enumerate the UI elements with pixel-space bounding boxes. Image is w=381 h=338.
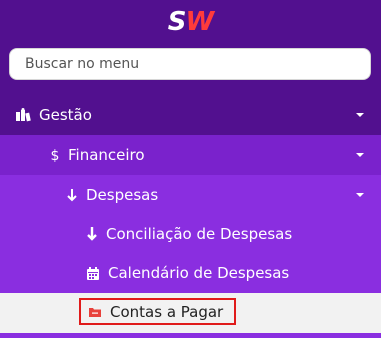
menu-item-financeiro[interactable]: $ Financeiro xyxy=(0,135,381,175)
logo-letter-w: W xyxy=(185,7,215,37)
calendar-icon xyxy=(86,266,100,281)
folder-icon xyxy=(88,306,102,318)
menu-item-despesas[interactable]: Despesas xyxy=(0,175,381,214)
menu-item-label: Financeiro xyxy=(68,146,145,164)
menu-item-label: Gestão xyxy=(39,106,92,124)
svg-text:$: $ xyxy=(51,148,60,163)
menu-bottom-strip xyxy=(0,333,381,338)
menu-item-conciliacao[interactable]: Conciliação de Despesas xyxy=(0,214,381,253)
arrow-down-icon xyxy=(86,226,98,241)
chevron-down-icon[interactable] xyxy=(356,192,364,197)
dollar-icon: $ xyxy=(50,148,60,163)
sidebar-menu: SW Gestão $ Financeiro xyxy=(0,0,381,338)
brand-logo[interactable]: SW xyxy=(0,8,381,36)
menu-item-label: Calendário de Despesas xyxy=(108,264,290,282)
chevron-down-icon[interactable] xyxy=(356,113,364,117)
active-item-highlight: Contas a Pagar xyxy=(79,298,236,325)
menu-item-label: Contas a Pagar xyxy=(110,302,224,321)
books-icon xyxy=(15,108,31,122)
menu-item-gestao[interactable]: Gestão xyxy=(0,96,381,134)
menu-item-calendario[interactable]: Calendário de Despesas xyxy=(0,253,381,293)
menu-search-box xyxy=(9,48,371,80)
arrow-down-icon xyxy=(66,188,78,202)
menu-item-label: Conciliação de Despesas xyxy=(106,224,293,243)
menu-search-input[interactable] xyxy=(23,55,370,73)
menu-item-contas-pagar[interactable]: Contas a Pagar xyxy=(0,293,381,333)
chevron-down-icon[interactable] xyxy=(356,153,364,157)
logo-letter-s: S xyxy=(167,7,187,37)
menu-item-label: Despesas xyxy=(86,185,159,204)
